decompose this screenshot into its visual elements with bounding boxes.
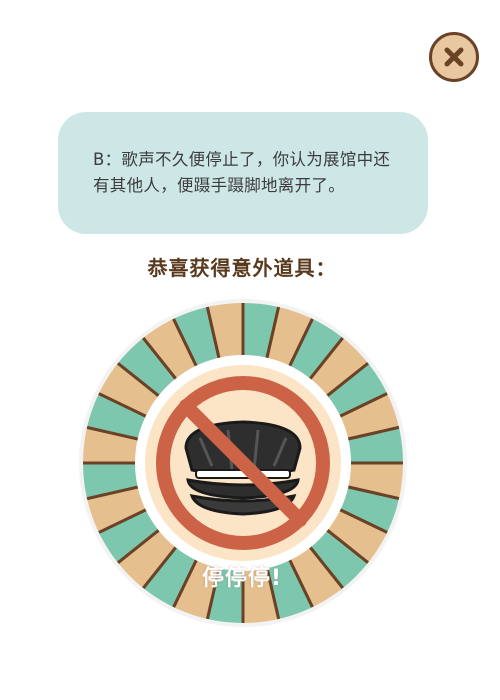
reward-title: 恭喜获得意外道具： (147, 256, 337, 280)
close-button[interactable] (429, 32, 479, 82)
black-cap-prohibited-icon (145, 365, 341, 561)
item-name: 停停停! (201, 566, 283, 591)
close-icon (444, 47, 464, 67)
dialog-text: B：歌声不久便停止了，你认为展馆中还有其他人，便蹑手蹑脚地离开了。 (93, 150, 391, 195)
dialog-bubble: B：歌声不久便停止了，你认为展馆中还有其他人，便蹑手蹑脚地离开了。 (58, 112, 428, 234)
